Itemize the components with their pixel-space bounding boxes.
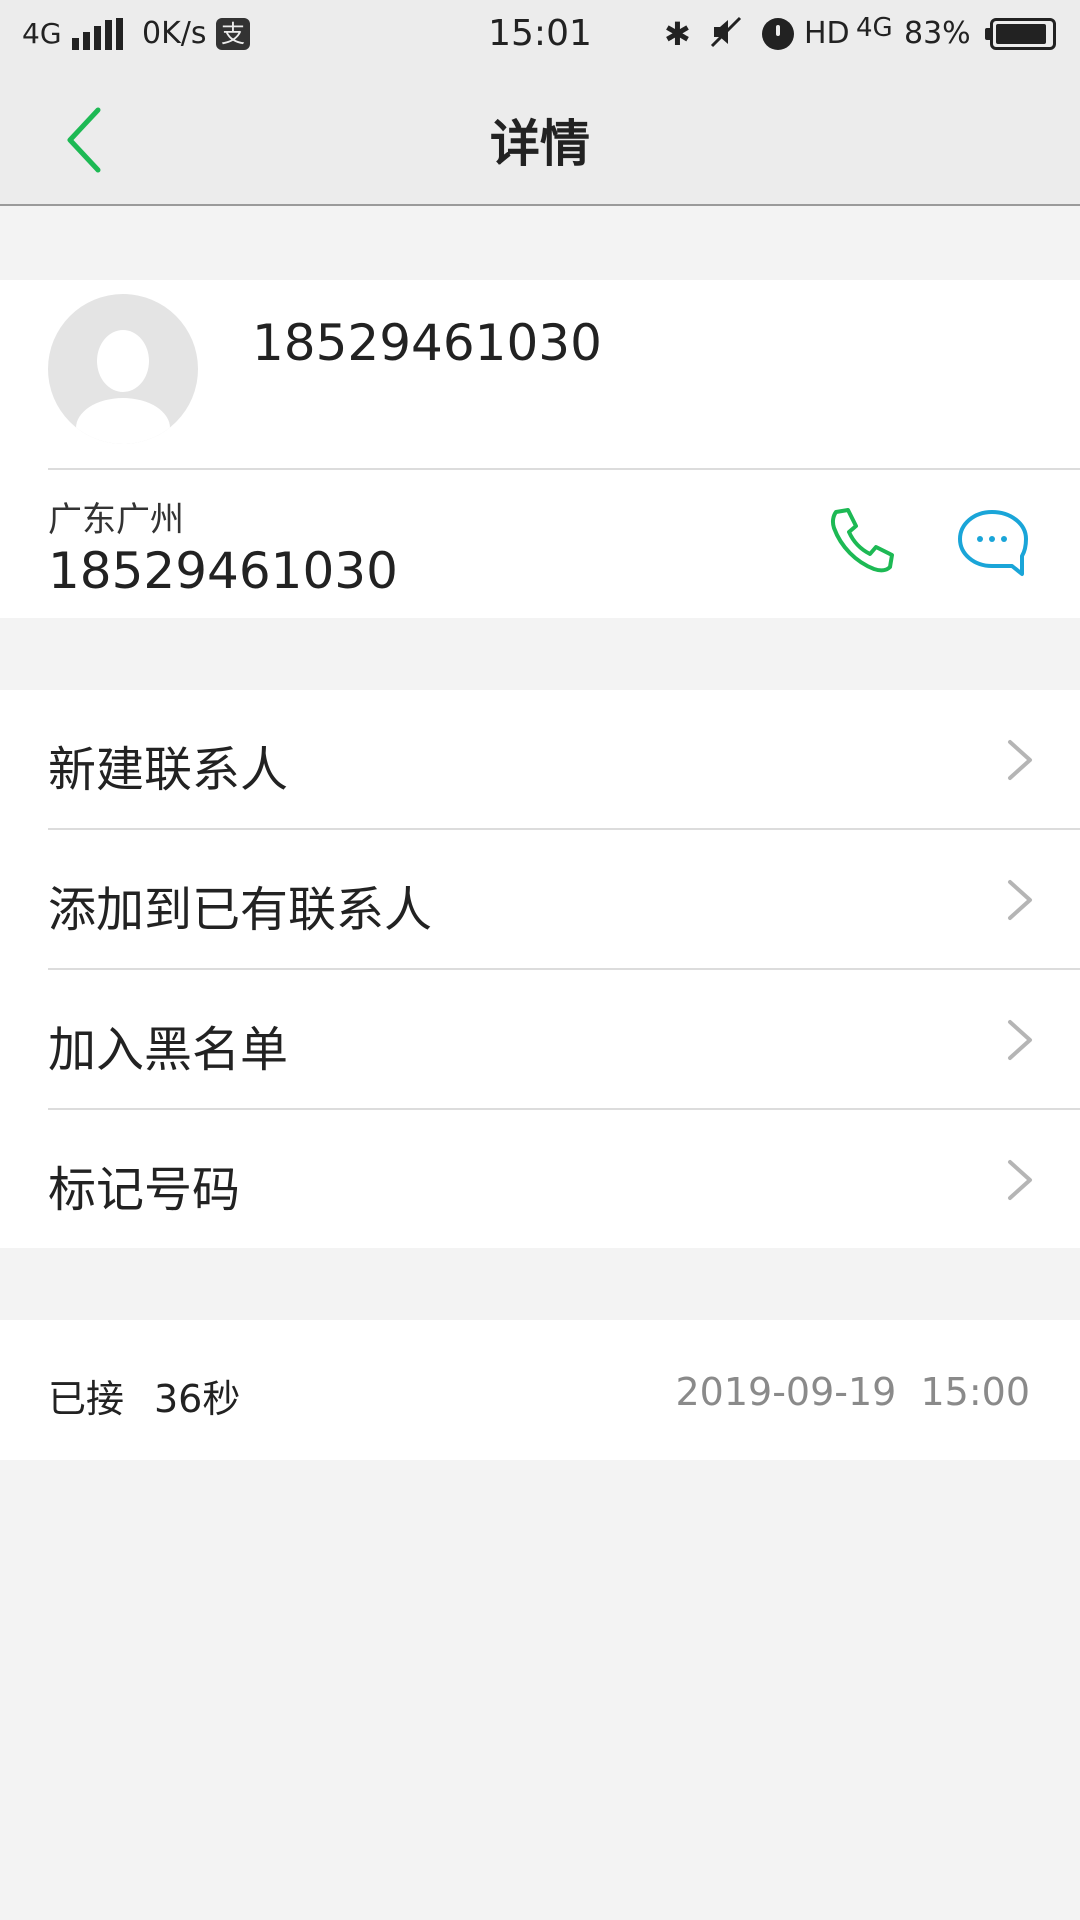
alarm-icon — [762, 18, 794, 50]
battery-percentage: 83% — [904, 16, 971, 51]
action-label: 加入黑名单 — [48, 1022, 289, 1078]
add-to-blacklist-item[interactable]: 加入黑名单 — [0, 970, 1080, 1110]
chevron-right-icon — [1008, 1020, 1032, 1060]
bluetooth-icon: ✱ — [664, 15, 691, 53]
divider — [48, 468, 1080, 470]
phone-location: 广东广州 — [48, 500, 184, 540]
mark-number-item[interactable]: 标记号码 — [0, 1110, 1080, 1250]
action-label: 标记号码 — [48, 1162, 241, 1218]
avatar-placeholder-icon — [97, 330, 149, 392]
action-label: 添加到已有联系人 — [48, 882, 433, 938]
action-list: 新建联系人 添加到已有联系人 加入黑名单 标记号码 — [0, 690, 1080, 1248]
avatar — [48, 294, 198, 444]
header-bar: 详情 — [0, 70, 1080, 206]
page-title: 详情 — [490, 115, 590, 173]
action-label: 新建联系人 — [48, 742, 289, 798]
message-button[interactable] — [952, 502, 1032, 582]
phone-number: 18529461030 — [48, 542, 398, 600]
hd-voice-indicator: HD — [804, 16, 850, 51]
status-bar: 4G 0K/s 支 15:01 ✱ HD 4G 83% — [0, 0, 1080, 70]
chevron-right-icon — [1008, 1160, 1032, 1200]
new-contact-item[interactable]: 新建联系人 — [0, 690, 1080, 830]
mute-icon — [708, 14, 744, 59]
chevron-right-icon — [1008, 740, 1032, 780]
add-to-existing-contact-item[interactable]: 添加到已有联系人 — [0, 830, 1080, 970]
network-type-indicator-2: 4G — [856, 13, 893, 43]
contact-card: 18529461030 广东广州 18529461030 — [0, 280, 1080, 618]
call-datetime: 2019-09-19 15:00 — [675, 1370, 1030, 1414]
phone-icon — [830, 508, 894, 573]
call-duration: 36秒 — [154, 1377, 241, 1421]
contact-name: 18529461030 — [252, 314, 602, 372]
message-icon — [958, 510, 1028, 576]
chevron-right-icon — [1008, 880, 1032, 920]
call-record-row: 已接 36秒 2019-09-19 15:00 — [0, 1320, 1080, 1460]
call-button[interactable] — [822, 504, 898, 580]
call-status: 已接 — [48, 1377, 125, 1421]
battery-icon — [985, 18, 1056, 50]
